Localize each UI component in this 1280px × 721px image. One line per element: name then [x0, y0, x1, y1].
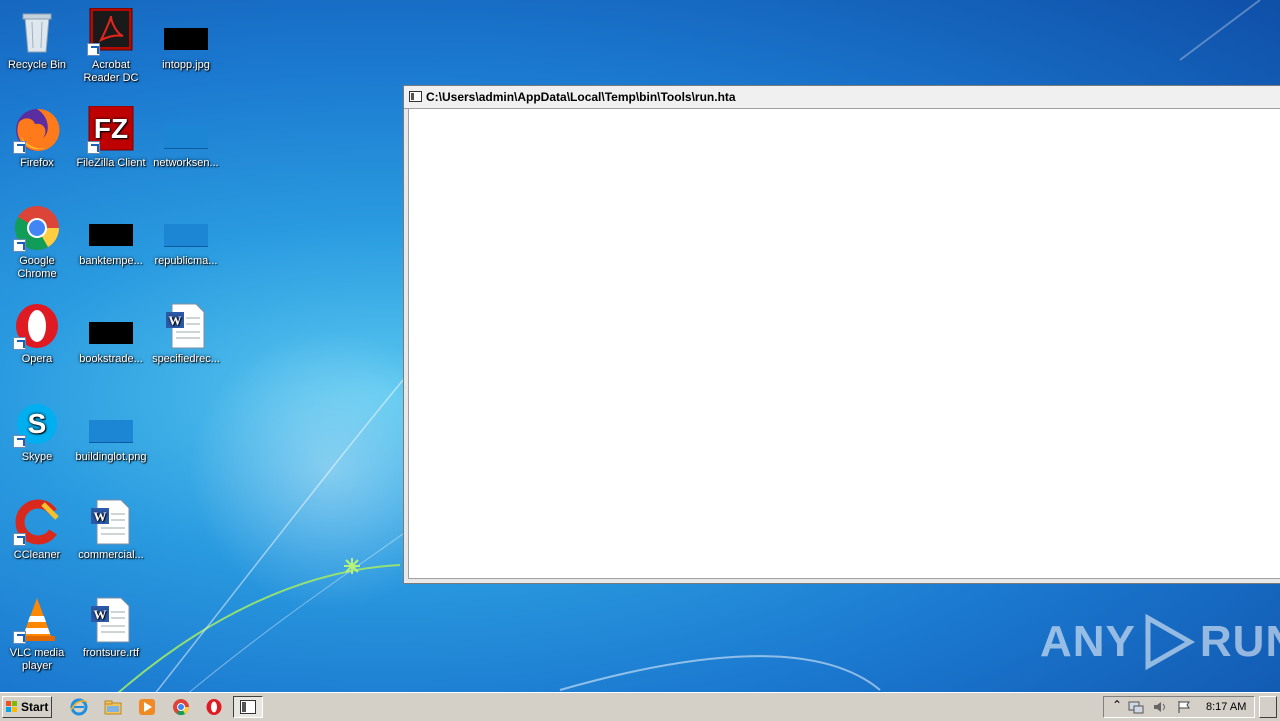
desktop-icon-banktempe[interactable]: banktempe...: [74, 204, 148, 268]
desktop-icon-frontsure[interactable]: W frontsure.rtf: [74, 596, 148, 660]
desktop-icon-vlc[interactable]: VLC media player: [0, 596, 74, 673]
volume-icon[interactable]: [1152, 700, 1168, 714]
desktop-icon-label: bookstrade...: [79, 353, 143, 365]
watermark-text-left: ANY: [1040, 617, 1136, 666]
chevron-up-icon[interactable]: ⌃: [1112, 698, 1122, 712]
skype-icon: S: [13, 400, 61, 448]
image-file-icon: [87, 302, 135, 350]
opera-icon[interactable]: [205, 698, 223, 716]
desktop-icon-label: buildinglot.png: [75, 451, 147, 463]
clock[interactable]: 8:17 AM: [1206, 701, 1246, 713]
image-file-icon: [162, 106, 210, 154]
desktop-icon-label: commercial...: [78, 549, 144, 561]
shortcut-arrow-icon: [87, 43, 100, 56]
desktop-icon-label: republicma...: [154, 255, 218, 267]
desktop-icon-label: FileZilla Client: [76, 157, 146, 169]
action-center-icon[interactable]: [1128, 700, 1144, 714]
hta-window[interactable]: C:\Users\admin\AppData\Local\Temp\bin\To…: [403, 85, 1280, 584]
window-content[interactable]: [408, 108, 1280, 579]
desktop-icon-label: frontsure.rtf: [82, 647, 140, 659]
svg-text:W: W: [169, 313, 182, 328]
shortcut-arrow-icon: [13, 533, 26, 546]
desktop-icon-bookstrade[interactable]: bookstrade...: [74, 302, 148, 366]
flag-icon[interactable]: [1176, 700, 1192, 714]
chrome-icon[interactable]: [172, 698, 190, 716]
anyrun-watermark: ANY RUN: [1040, 612, 1280, 672]
play-logo-icon: [1145, 613, 1195, 671]
shortcut-arrow-icon: [13, 435, 26, 448]
desktop-icon-buildinglot[interactable]: buildinglot.png: [74, 400, 148, 464]
desktop-icon-ccleaner[interactable]: CCleaner: [0, 498, 74, 562]
desktop-icon-filezilla[interactable]: FZ FileZilla Client: [74, 105, 148, 170]
taskbar-button-hta[interactable]: [233, 696, 263, 718]
start-label: Start: [21, 700, 49, 714]
desktop-icon-label: CCleaner: [13, 549, 61, 561]
desktop-icon-label: Recycle Bin: [7, 59, 67, 71]
windows-explorer-icon[interactable]: [104, 698, 122, 716]
internet-explorer-icon[interactable]: [70, 698, 88, 716]
opera-icon: [13, 302, 61, 350]
desktop-icon-commercial[interactable]: W commercial...: [74, 498, 148, 562]
vlc-icon: [13, 596, 61, 644]
hta-app-icon: [409, 91, 422, 102]
chrome-icon: [13, 204, 61, 252]
desktop-icon-skype[interactable]: S Skype: [0, 400, 74, 464]
start-button[interactable]: Start: [2, 696, 52, 718]
desktop-icon-chrome[interactable]: Google Chrome: [0, 204, 74, 281]
media-player-icon[interactable]: [138, 698, 156, 716]
desktop-icon-networksen[interactable]: networksen...: [149, 106, 223, 170]
desktop-icon-label: specifiedrec...: [152, 353, 220, 365]
desktop-icon-label: Skype: [21, 451, 53, 463]
svg-text:W: W: [94, 607, 107, 622]
desktop-icon-label: VLC media player: [9, 647, 65, 672]
desktop-icon-firefox[interactable]: Firefox: [0, 106, 74, 170]
svg-text:FZ: FZ: [94, 113, 128, 144]
window-title: C:\Users\admin\AppData\Local\Temp\bin\To…: [426, 90, 736, 104]
watermark-text-right: RUN: [1199, 617, 1280, 666]
desktop-icon-label: networksen...: [153, 157, 219, 169]
show-desktop-button[interactable]: [1259, 696, 1277, 718]
shortcut-arrow-icon: [13, 631, 26, 644]
desktop-icon-label: Firefox: [20, 157, 54, 169]
svg-text:S: S: [28, 408, 47, 439]
hta-app-icon: [240, 700, 256, 714]
shortcut-arrow-icon: [87, 141, 100, 154]
shortcut-arrow-icon: [13, 141, 26, 154]
acrobat-reader-icon: [87, 7, 135, 56]
word-document-icon: W: [87, 596, 135, 644]
image-file-icon: [162, 8, 210, 56]
svg-text:W: W: [94, 509, 107, 524]
image-file-icon: [87, 204, 135, 252]
desktop-icon-opera[interactable]: Opera: [0, 302, 74, 366]
taskbar: Start ⌃ 8:17 AM: [0, 692, 1280, 721]
desktop-icon-acrobat[interactable]: Acrobat Reader DC: [74, 7, 148, 85]
windows-logo-icon: [6, 701, 17, 712]
desktop-icon-label: Opera: [21, 353, 53, 365]
desktop-icon-label: intopp.jpg: [162, 59, 210, 71]
word-document-icon: W: [162, 302, 210, 350]
firefox-icon: [13, 106, 61, 154]
image-file-icon: [87, 400, 135, 448]
image-file-icon: [162, 204, 210, 252]
desktop-icon-intopp[interactable]: intopp.jpg: [149, 8, 223, 72]
filezilla-icon: FZ: [87, 105, 135, 154]
shortcut-arrow-icon: [13, 239, 26, 252]
shortcut-arrow-icon: [13, 337, 26, 350]
desktop-icon-specifiedrec[interactable]: W specifiedrec...: [149, 302, 223, 366]
recycle-bin-icon: [13, 8, 61, 56]
desktop-icon-republicma[interactable]: republicma...: [149, 204, 223, 268]
ccleaner-icon: [13, 498, 61, 546]
desktop-icon-label: Acrobat Reader DC: [83, 59, 139, 84]
word-document-icon: W: [87, 498, 135, 546]
window-title-bar[interactable]: C:\Users\admin\AppData\Local\Temp\bin\To…: [404, 86, 1280, 109]
desktop-icon-label: banktempe...: [79, 255, 143, 267]
desktop-icon-recycle-bin[interactable]: Recycle Bin: [0, 8, 74, 72]
desktop-icon-label: Google Chrome: [17, 255, 57, 280]
